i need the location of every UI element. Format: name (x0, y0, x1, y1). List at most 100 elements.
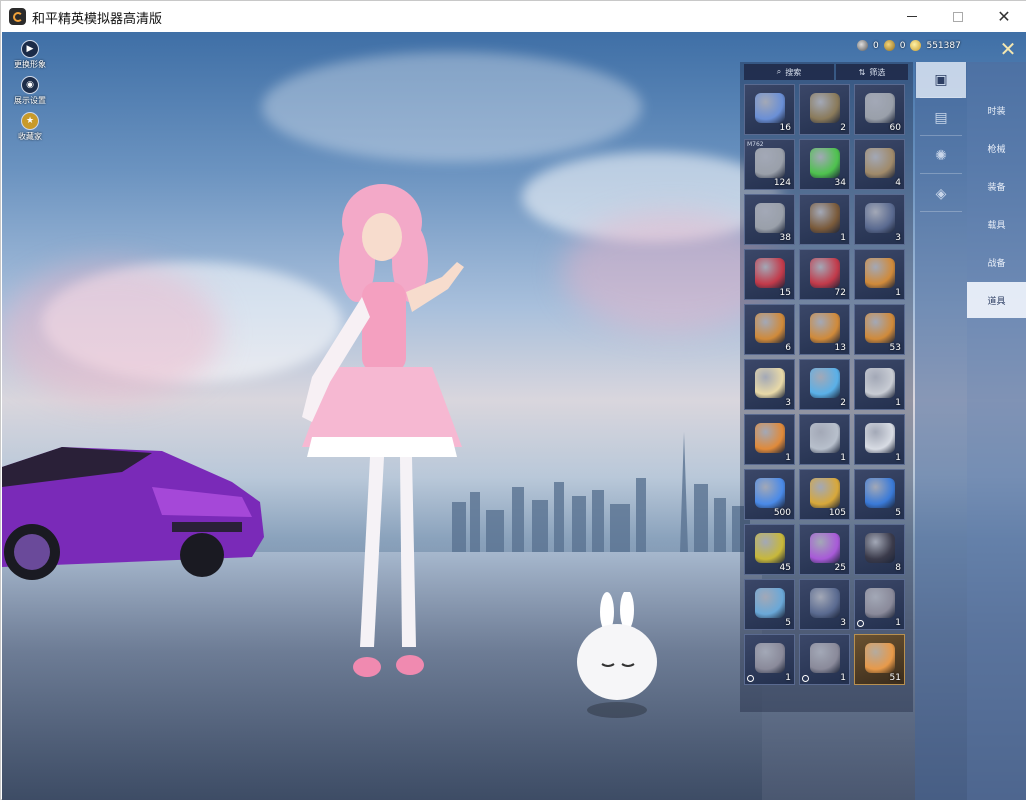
inventory-slot[interactable]: 16 (744, 84, 795, 135)
ticket-3x-icon (865, 203, 895, 233)
chest-icon: ▤ (934, 110, 948, 126)
inventory-slot[interactable]: 1 (799, 194, 850, 245)
spring-icon (755, 203, 785, 233)
collector-button[interactable]: ★ 收藏家 (10, 112, 50, 142)
item-quantity: 13 (834, 343, 846, 353)
gold-emblem-icon (865, 643, 895, 673)
inventory-slot[interactable]: 51 (854, 634, 905, 685)
inventory-slot[interactable]: 2 (799, 359, 850, 410)
item-quantity: 2 (840, 123, 846, 133)
close-inventory-button[interactable]: ✕ (997, 38, 1019, 60)
spring-m762-icon (755, 148, 785, 178)
coupon-icon (865, 588, 895, 618)
item-quantity: 5 (785, 618, 791, 628)
maximize-button[interactable] (935, 1, 981, 32)
inventory-slot[interactable]: 15 (744, 249, 795, 300)
inventory-slot[interactable]: 34 (799, 139, 850, 190)
tab-equipment[interactable]: 装备 (967, 168, 1026, 204)
inventory-slot[interactable]: 8 (854, 524, 905, 575)
filter-button[interactable]: ⇅ 筛选 (836, 64, 908, 80)
item-quantity: 3 (785, 398, 791, 408)
inventory-slot[interactable]: 6 (744, 304, 795, 355)
silver-coin-value: 0 (873, 40, 879, 51)
item-quantity: 6 (785, 343, 791, 353)
inventory-slot[interactable]: 1 (799, 634, 850, 685)
maximize-icon (953, 11, 963, 22)
inventory-slot[interactable]: 53 (854, 304, 905, 355)
ticket-3x-gold-icon (810, 313, 840, 343)
category-ticket-button[interactable]: ◈ (916, 176, 966, 212)
category-firework-button[interactable]: ✺ (916, 138, 966, 174)
search-button[interactable]: ⌕ 搜索 (744, 64, 834, 80)
inventory-slot[interactable]: 1 (854, 414, 905, 465)
cloud (2, 262, 222, 402)
app-logo-icon (9, 8, 26, 25)
close-icon: ✕ (997, 7, 1011, 26)
tab-guns[interactable]: 枪械 (967, 130, 1026, 166)
item-quantity: 45 (779, 563, 791, 573)
orange-shield-icon (755, 423, 785, 453)
category-card-button[interactable]: ▣ (916, 62, 966, 98)
clock-icon (857, 620, 864, 627)
search-label: 搜索 (785, 67, 802, 77)
scope-icon (865, 533, 895, 563)
close-window-button[interactable]: ✕ (981, 1, 1026, 32)
tab-items[interactable]: 道具 (967, 282, 1026, 318)
tab-fashion[interactable]: 时装 (967, 92, 1026, 128)
change-appearance-label: 更换形象 (14, 60, 46, 69)
inventory-slot[interactable]: M762 124 (744, 139, 795, 190)
change-appearance-button[interactable]: ▶ 更换形象 (10, 40, 50, 70)
minimize-button[interactable] (889, 1, 935, 32)
item-quantity: 51 (889, 673, 901, 683)
inventory-slot[interactable]: 1 (854, 579, 905, 630)
yellow-coin-value: 551387 (926, 40, 961, 51)
filter-label: 筛选 (869, 67, 886, 77)
item-tag: M762 (747, 141, 764, 148)
item-quantity: 5 (895, 508, 901, 518)
silver-coin-icon (857, 40, 868, 51)
spray-paint-icon (810, 533, 840, 563)
yellow-coin-icon (910, 40, 922, 51)
title-bar: 和平精英模拟器高清版 ✕ (1, 1, 1026, 32)
inventory-slot[interactable]: 13 (799, 304, 850, 355)
inventory-slot[interactable]: 5 (744, 579, 795, 630)
inventory-slot[interactable]: 1 (854, 359, 905, 410)
inventory-slot[interactable]: 105 (799, 469, 850, 520)
tab-vehicles[interactable]: 载具 (967, 206, 1026, 242)
item-quantity: 3 (895, 233, 901, 243)
inventory-slot[interactable]: 1 (799, 414, 850, 465)
item-quantity: 1 (785, 673, 791, 683)
inventory-slot[interactable]: 1 (744, 414, 795, 465)
silver-key-icon (865, 423, 895, 453)
item-quantity: 15 (779, 288, 791, 298)
inventory-slot[interactable]: 3 (854, 194, 905, 245)
inventory-slot[interactable]: 38 (744, 194, 795, 245)
inventory-slot[interactable]: 72 (799, 249, 850, 300)
tab-supplies[interactable]: 战备 (967, 244, 1026, 280)
item-quantity: 8 (895, 563, 901, 573)
inventory-slot[interactable]: 500 (744, 469, 795, 520)
inventory-slot[interactable]: 60 (854, 84, 905, 135)
eye-icon: ◉ (21, 76, 39, 94)
category-chest-button[interactable]: ▤ (916, 100, 966, 136)
coupon-icon (810, 643, 840, 673)
inventory-slot[interactable]: 3 (799, 579, 850, 630)
item-quantity: 1 (895, 288, 901, 298)
inventory-slot[interactable]: 45 (744, 524, 795, 575)
window-title: 和平精英模拟器高清版 (32, 12, 163, 27)
inventory-slot[interactable]: 1 (744, 634, 795, 685)
inventory-slot[interactable]: 1 (854, 249, 905, 300)
inventory-slot[interactable]: 4 (854, 139, 905, 190)
inventory-slot[interactable]: 25 (799, 524, 850, 575)
item-quantity: 1 (785, 453, 791, 463)
display-settings-button[interactable]: ◉ 展示设置 (10, 76, 50, 106)
inventory-slot[interactable]: 2 (799, 84, 850, 135)
blue-card-icon (865, 478, 895, 508)
item-quantity: 1 (895, 618, 901, 628)
item-quantity: 25 (834, 563, 846, 573)
item-quantity: 16 (779, 123, 791, 133)
inventory-slot[interactable]: 3 (744, 359, 795, 410)
category-tabs: 时装 枪械 装备 载具 战备 道具 (967, 62, 1026, 800)
inventory-slot[interactable]: 5 (854, 469, 905, 520)
gold-coin-icon (883, 40, 895, 51)
